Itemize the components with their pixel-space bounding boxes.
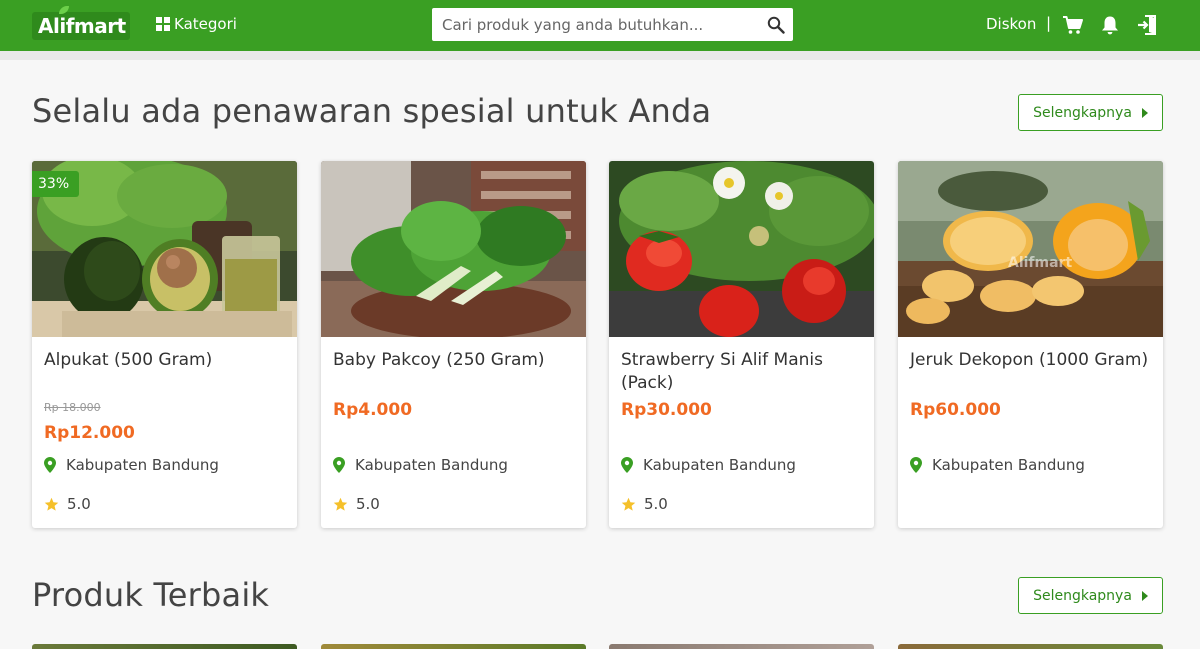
location-label: Kabupaten Bandung [66,456,219,474]
product-card-peek[interactable] [609,644,874,649]
product-name: Strawberry Si Alif Manis (Pack) [621,350,823,393]
product-location: Kabupaten Bandung [333,456,508,474]
chevron-right-icon [1141,590,1148,601]
orange-photo: Alifmart [898,161,1163,337]
product-card-peek[interactable] [321,644,586,649]
product-card-strawberry[interactable]: Strawberry Si Alif Manis (Pack) Rp30.000… [609,161,874,528]
product-location: Kabupaten Bandung [621,456,796,474]
logout-icon[interactable] [1136,14,1158,36]
location-label: Kabupaten Bandung [643,456,796,474]
product-rating: 5.0 [44,495,91,513]
top-navbar: Alifmart Kategori Diskon | [0,0,1200,51]
bell-icon[interactable] [1099,14,1121,36]
kategori-label: Kategori [174,15,237,33]
more-button-label: Selengkapnya [1033,104,1132,121]
product-price: Rp12.000 [44,423,135,443]
product-location: Kabupaten Bandung [44,456,219,474]
best-products-title: Produk Terbaik [32,576,270,614]
location-pin-icon [910,457,922,473]
chevron-right-icon [1141,107,1148,118]
star-icon [621,497,636,511]
product-name: Baby Pakcoy (250 Gram) [333,350,545,370]
product-name: Alpukat (500 Gram) [44,350,213,370]
search-bar [432,8,793,41]
star-icon [44,497,59,511]
star-icon [333,497,348,511]
rating-value: 5.0 [356,495,380,513]
search-icon[interactable] [767,16,785,34]
special-offer-title: Selalu ada penawaran spesial untuk Anda [32,92,712,130]
location-label: Kabupaten Bandung [932,456,1085,474]
special-offer-more-button[interactable]: Selengkapnya [1018,94,1163,131]
product-card-avocado[interactable]: 33% Alpukat (500 Gram) Rp 18.000 Rp12.00… [32,161,297,528]
grid-icon [156,17,170,31]
logo-text: Alifmart [38,14,126,38]
product-rating: 5.0 [333,495,380,513]
diskon-link[interactable]: Diskon [986,15,1036,33]
product-rating: 5.0 [621,495,668,513]
location-pin-icon [333,457,345,473]
product-card-peek[interactable] [32,644,297,649]
product-card-pakcoy[interactable]: Baby Pakcoy (250 Gram) Rp4.000 Kabupaten… [321,161,586,528]
location-pin-icon [44,457,56,473]
original-price: Rp 18.000 [44,401,101,414]
cart-icon[interactable] [1062,14,1084,36]
pakcoy-photo [321,161,586,337]
alifmart-logo[interactable]: Alifmart [32,6,130,40]
product-card-peek[interactable] [898,644,1163,649]
location-pin-icon [621,457,633,473]
nav-separator: | [1046,14,1052,32]
rating-value: 5.0 [644,495,668,513]
kategori-menu-button[interactable]: Kategori [156,14,237,34]
product-location: Kabupaten Bandung [910,456,1085,474]
best-products-more-button[interactable]: Selengkapnya [1018,577,1163,614]
strawberry-photo [609,161,874,337]
product-card-orange[interactable]: Alifmart Jeruk Dekopon (1000 Gram) Rp60.… [898,161,1163,528]
header-shadow-strip [0,51,1200,60]
product-price: Rp4.000 [333,400,413,420]
location-label: Kabupaten Bandung [355,456,508,474]
rating-value: 5.0 [67,495,91,513]
discount-badge: 33% [32,171,80,197]
product-price: Rp30.000 [621,400,712,420]
product-price: Rp60.000 [910,400,1001,420]
watermark-text: Alifmart [1008,255,1072,271]
more-button-label: Selengkapnya [1033,587,1132,604]
product-name: Jeruk Dekopon (1000 Gram) [910,350,1149,370]
search-input[interactable] [432,8,762,41]
